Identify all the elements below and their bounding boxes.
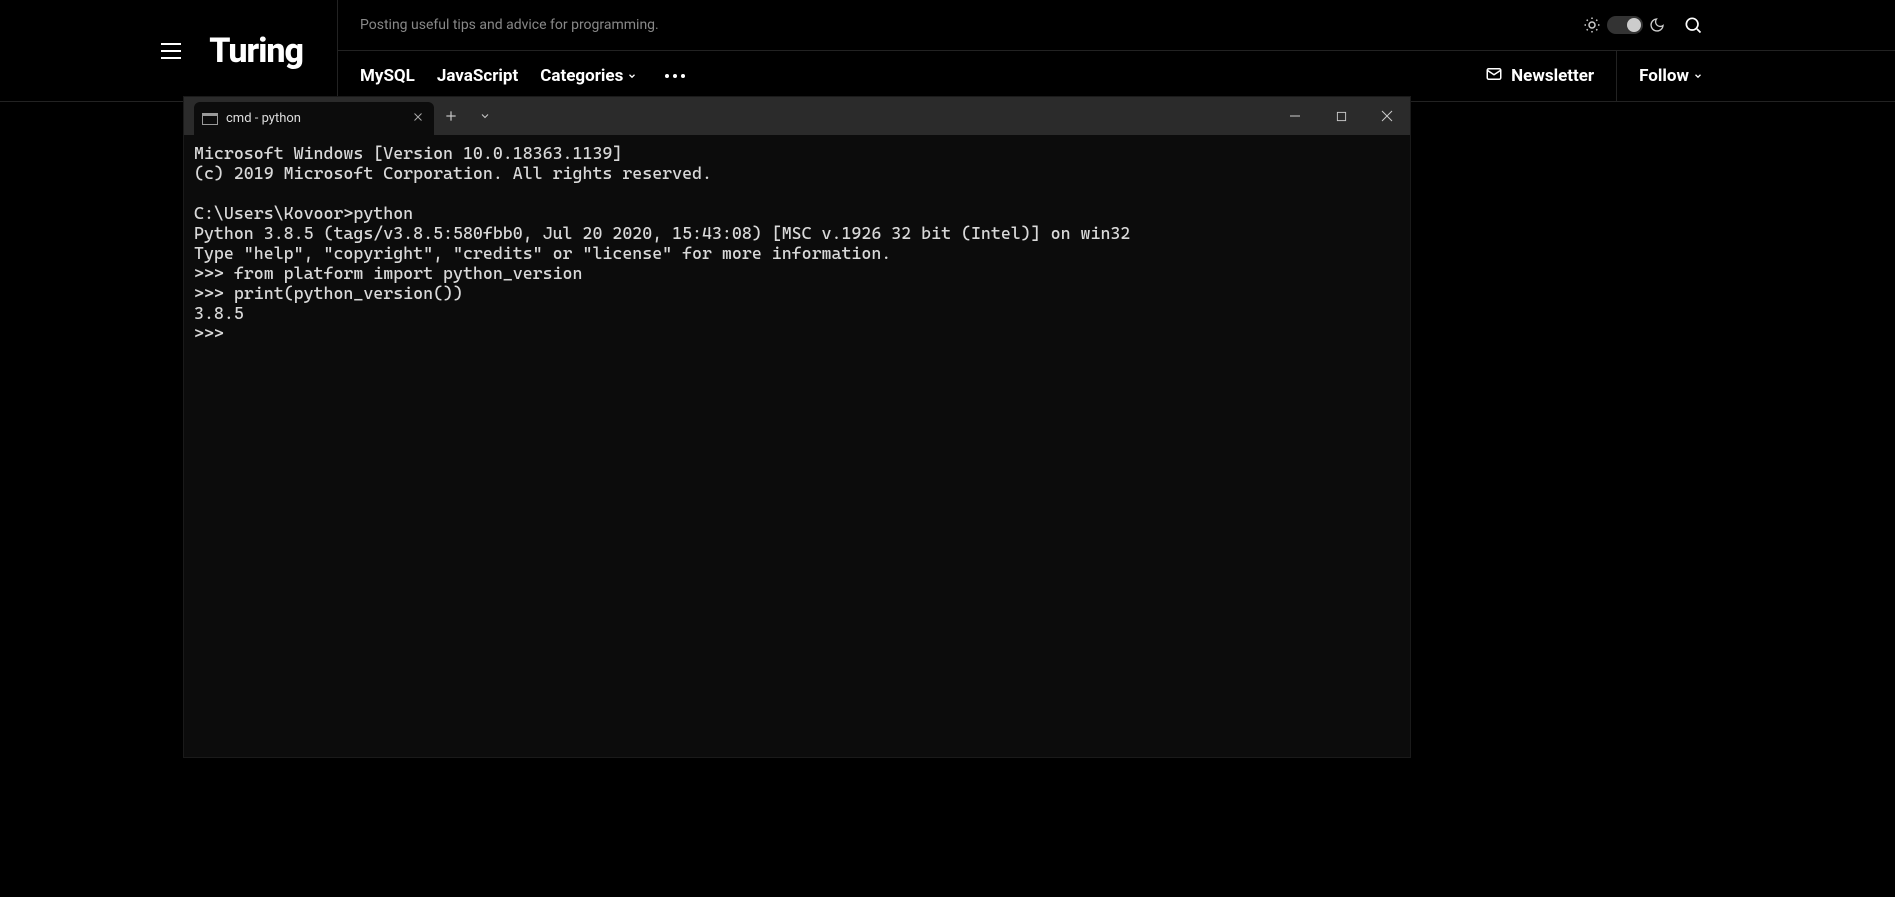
search-button[interactable] [1683,15,1703,35]
tagline-actions [1583,15,1873,35]
chevron-down-icon [1693,66,1703,86]
new-tab-button[interactable] [434,97,468,135]
close-window-button[interactable] [1364,97,1410,135]
brand-column: Turing [0,0,338,101]
tab-dropdown-button[interactable] [468,97,502,135]
terminal-tabs: cmd - python [184,97,434,135]
nav-item-categories[interactable]: Categories [540,66,637,86]
terminal-titlebar[interactable]: cmd - python [184,97,1410,135]
header-right: Posting useful tips and advice for progr… [338,0,1895,101]
site-header: Turing Posting useful tips and advice fo… [0,0,1895,102]
nav-item-javascript[interactable]: JavaScript [437,66,518,86]
terminal-output[interactable]: Microsoft Windows [Version 10.0.18363.11… [184,135,1410,757]
terminal-tab-title: cmd - python [226,111,301,126]
toggle-track[interactable] [1607,16,1643,34]
site-tagline: Posting useful tips and advice for progr… [360,17,659,33]
maximize-button[interactable] [1318,97,1364,135]
sun-icon [1583,16,1601,34]
tagline-row: Posting useful tips and advice for progr… [338,0,1895,51]
chevron-down-icon [627,66,637,86]
moon-icon [1649,17,1665,33]
main-nav: MySQL JavaScript Categories Newsletter [338,51,1895,101]
hamburger-menu-icon[interactable] [161,43,181,59]
follow-label: Follow [1639,66,1689,86]
cmd-icon [202,113,218,125]
window-controls [1272,97,1410,135]
nav-left: MySQL JavaScript Categories [360,66,685,86]
close-tab-icon[interactable] [412,111,424,127]
mail-icon [1485,65,1503,88]
more-menu-icon[interactable] [665,74,685,78]
nav-item-mysql[interactable]: MySQL [360,66,415,86]
minimize-button[interactable] [1272,97,1318,135]
site-logo[interactable]: Turing [209,31,303,71]
newsletter-link[interactable]: Newsletter [1485,51,1617,101]
newsletter-label: Newsletter [1511,66,1594,86]
terminal-tab[interactable]: cmd - python [194,102,434,135]
follow-link[interactable]: Follow [1617,66,1703,86]
terminal-window: cmd - python Microsoft Windows [Ver [184,97,1410,757]
nav-right: Newsletter Follow [1485,51,1873,101]
theme-toggle[interactable] [1583,16,1665,34]
nav-item-label: Categories [540,66,623,86]
